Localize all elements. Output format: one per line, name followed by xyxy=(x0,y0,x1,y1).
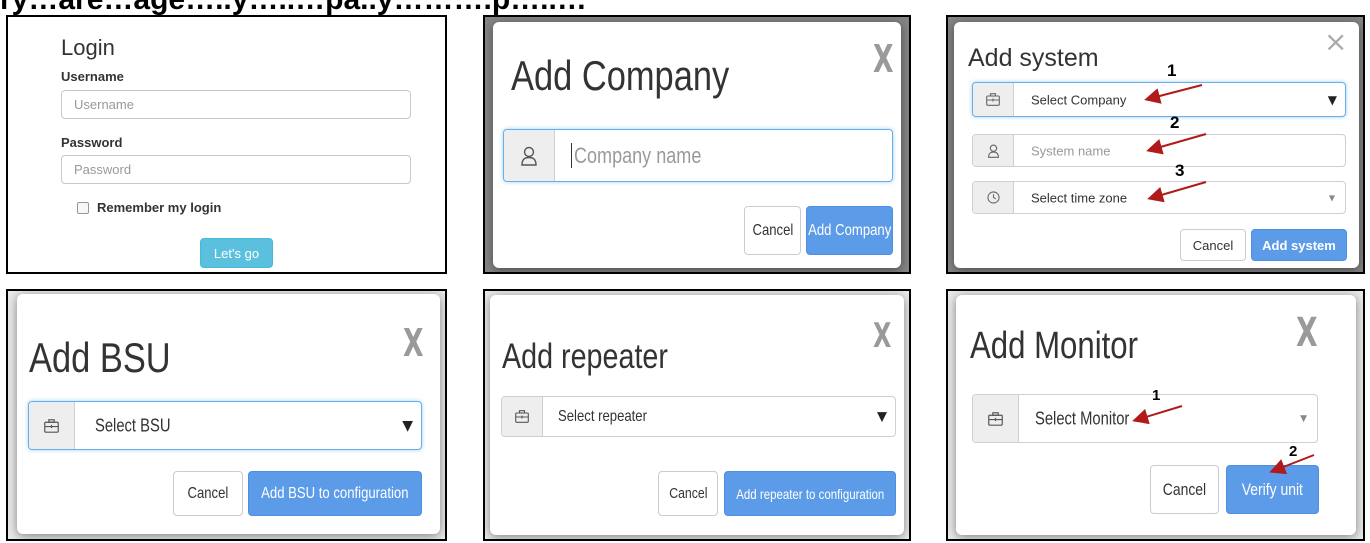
add-system-panel: Add system × Select Company ▼ System nam… xyxy=(946,15,1365,274)
cancel-label: Cancel xyxy=(752,221,793,239)
add-repeater-panel: Add repeater X Select repeater ▼ Cancel … xyxy=(483,289,911,541)
cancel-button[interactable]: Cancel xyxy=(173,471,243,516)
lets-go-button[interactable]: Let's go xyxy=(200,238,273,268)
add-bsu-title: Add BSU xyxy=(29,334,171,381)
repeater-select[interactable]: Select repeater ▼ xyxy=(501,396,896,437)
add-monitor-panel: Add Monitor X Select Monitor ▼ Cancel Ve… xyxy=(946,289,1365,541)
username-label: Username xyxy=(61,69,124,84)
briefcase-icon xyxy=(44,418,59,433)
close-icon[interactable]: X xyxy=(873,319,891,353)
add-monitor-modal: Add Monitor X Select Monitor ▼ Cancel Ve… xyxy=(956,295,1356,535)
close-icon[interactable]: X xyxy=(403,324,424,362)
username-placeholder: Username xyxy=(74,97,134,112)
annotation-arrow-1 xyxy=(1144,84,1207,203)
user-icon-addon xyxy=(504,130,555,181)
add-company-panel: Add Company X Company name Cancel Add Co… xyxy=(483,15,911,274)
add-bsu-modal: Add BSU X Select BSU ▼ Cancel Add BSU to… xyxy=(17,294,440,534)
chevron-down-icon: ▼ xyxy=(402,417,413,434)
user-icon xyxy=(521,146,537,166)
briefcase-icon xyxy=(515,410,529,423)
close-icon[interactable]: X xyxy=(873,40,894,78)
annotation-arrows xyxy=(1132,405,1315,475)
username-input[interactable]: Username xyxy=(61,90,411,119)
cancel-button[interactable]: Cancel xyxy=(744,206,801,255)
add-repeater-label: Add repeater to configuration xyxy=(735,485,885,502)
cancel-button[interactable]: Cancel xyxy=(658,471,718,516)
company-name-field[interactable]: Company name xyxy=(503,129,893,182)
company-name-placeholder: Company name xyxy=(574,142,702,168)
password-input[interactable]: Password xyxy=(61,155,411,184)
add-company-button[interactable]: Add Company xyxy=(806,206,893,255)
remember-checkbox[interactable] xyxy=(77,202,89,214)
remember-label: Remember my login xyxy=(97,200,222,215)
add-repeater-modal: Add repeater X Select repeater ▼ Cancel … xyxy=(490,295,904,535)
chevron-down-icon: ▼ xyxy=(877,409,887,424)
password-placeholder: Password xyxy=(74,162,132,177)
login-title: Login xyxy=(61,35,115,60)
add-bsu-label: Add BSU to configuration xyxy=(261,484,409,502)
text-cursor xyxy=(571,143,572,168)
cancel-label: Cancel xyxy=(187,484,229,502)
cancel-label: Cancel xyxy=(668,485,708,502)
add-company-title: Add Company xyxy=(511,52,730,99)
bsu-select-value: Select BSU xyxy=(95,415,171,435)
add-repeater-title: Add repeater xyxy=(502,337,668,376)
briefcase-icon-addon xyxy=(29,402,75,449)
add-bsu-panel: Add BSU X Select BSU ▼ Cancel Add BSU to… xyxy=(6,289,447,541)
add-company-modal: Add Company X Company name Cancel Add Co… xyxy=(493,22,901,268)
add-repeater-button[interactable]: Add repeater to configuration xyxy=(724,471,896,516)
add-system-modal: Add system × Select Company ▼ System nam… xyxy=(954,22,1359,268)
bsu-select[interactable]: Select BSU ▼ xyxy=(28,401,422,450)
briefcase-icon-addon xyxy=(502,397,543,436)
repeater-select-value: Select repeater xyxy=(558,407,647,425)
lets-go-label: Let's go xyxy=(213,245,260,261)
password-label: Password xyxy=(61,135,123,150)
add-company-label: Add Company xyxy=(807,221,892,239)
add-bsu-button[interactable]: Add BSU to configuration xyxy=(248,471,422,516)
login-panel: Login Username Username Password Passwor… xyxy=(6,15,447,274)
